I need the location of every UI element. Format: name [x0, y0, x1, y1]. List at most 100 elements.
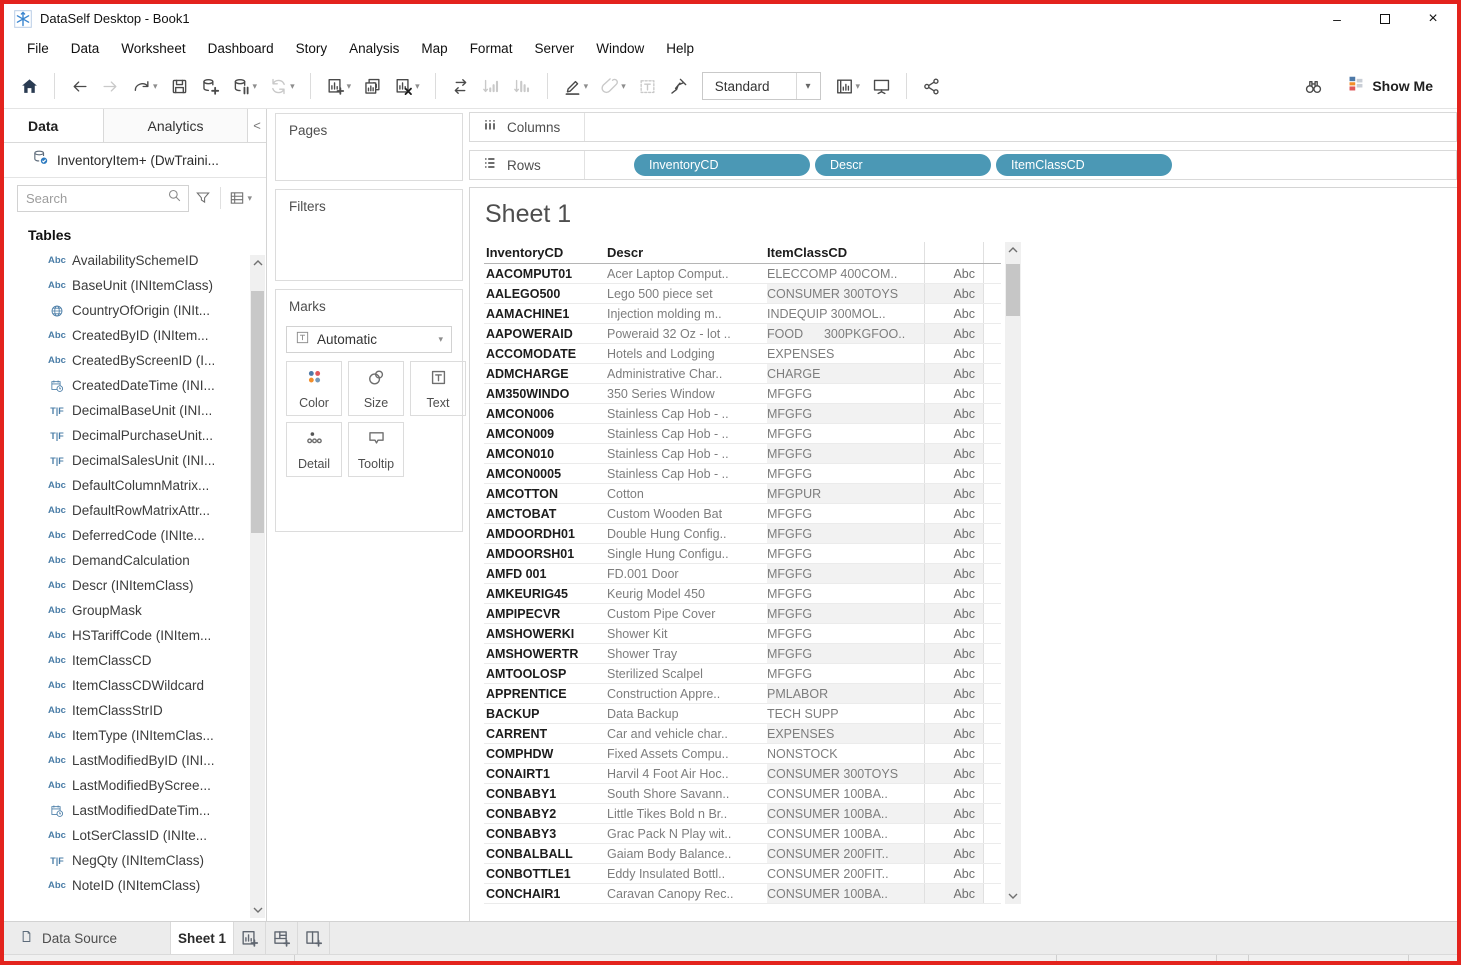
field-item[interactable]: AbcCreatedByScreenID (I... [4, 348, 266, 373]
redo-button[interactable] [95, 74, 126, 99]
menu-format[interactable]: Format [459, 41, 524, 56]
table-row[interactable]: APPRENTICEConstruction Appre..PMLABORAbc [484, 684, 1001, 704]
value-placeholder-cell[interactable]: Abc [924, 344, 984, 363]
descr-cell[interactable]: Harvil 4 Foot Air Hoc.. [607, 764, 767, 783]
column-header-descr[interactable]: Descr [607, 242, 767, 263]
column-header-itemclasscd[interactable]: ItemClassCD [767, 242, 924, 263]
duplicate-sheet-button[interactable] [357, 74, 388, 99]
scroll-up-icon[interactable] [1005, 242, 1021, 258]
value-placeholder-cell[interactable]: Abc [924, 644, 984, 663]
table-row[interactable]: ADMCHARGEAdministrative Char..CHARGEAbc [484, 364, 1001, 384]
clear-sheet-button[interactable]: ▾ [388, 74, 426, 99]
table-row[interactable]: AACOMPUT01Acer Laptop Comput..ELECCOMP 4… [484, 264, 1001, 284]
field-item[interactable]: AbcDeferredCode (INIte... [4, 523, 266, 548]
field-item[interactable]: AbcDefaultRowMatrixAttr... [4, 498, 266, 523]
inventorycd-cell[interactable]: ACCOMODATE [484, 344, 607, 363]
inventorycd-cell[interactable]: AMCOTTON [484, 484, 607, 503]
inventorycd-cell[interactable]: CONBOTTLE1 [484, 864, 607, 883]
column-header-inventorycd[interactable]: InventoryCD [484, 242, 607, 263]
inventorycd-cell[interactable]: CONAIRT1 [484, 764, 607, 783]
itemclasscd-cell[interactable]: INDEQUIP 300MOL.. [767, 304, 924, 323]
table-row[interactable]: AMTOOLOSPSterilized ScalpelMFGFGAbc [484, 664, 1001, 684]
table-row[interactable]: CONBABY3Grac Pack N Play wit..CONSUMER 1… [484, 824, 1001, 844]
field-item[interactable]: AbcLastModifiedByScree... [4, 773, 266, 798]
field-item[interactable]: AbcDescr (INItemClass) [4, 573, 266, 598]
show-me-button[interactable]: Show Me [1347, 74, 1433, 98]
menu-file[interactable]: File [16, 41, 60, 56]
pause-auto-updates-button[interactable]: ▾ [226, 74, 264, 99]
collapse-pane-icon[interactable]: < [248, 109, 266, 142]
sort-descending-button[interactable] [507, 74, 538, 99]
table-row[interactable]: CONBABY2Little Tikes Bold n Br..CONSUMER… [484, 804, 1001, 824]
home-button[interactable] [14, 74, 45, 99]
filter-fields-icon[interactable] [189, 190, 217, 206]
value-placeholder-cell[interactable]: Abc [924, 564, 984, 583]
itemclasscd-cell[interactable]: EXPENSES [767, 344, 924, 363]
table-row[interactable]: AMCOTTONCottonMFGPURAbc [484, 484, 1001, 504]
descr-cell[interactable]: Lego 500 piece set [607, 284, 767, 303]
menu-story[interactable]: Story [285, 41, 339, 56]
show-hide-cards-button[interactable]: ▾ [829, 74, 867, 99]
itemclasscd-cell[interactable]: CONSUMER 100BA.. [767, 804, 924, 823]
columns-shelf[interactable]: Columns [469, 112, 1457, 142]
scroll-down-icon[interactable] [1005, 888, 1021, 904]
descr-cell[interactable]: Gaiam Body Balance.. [607, 844, 767, 863]
pages-shelf[interactable]: Pages [275, 113, 463, 181]
descr-cell[interactable]: Fixed Assets Compu.. [607, 744, 767, 763]
descr-cell[interactable]: Stainless Cap Hob - .. [607, 424, 767, 443]
field-item[interactable]: T|FNegQty (INItemClass) [4, 848, 266, 873]
itemclasscd-cell[interactable]: MFGFG [767, 524, 924, 543]
itemclasscd-cell[interactable]: ELECCOMP 400COM.. [767, 264, 924, 283]
scrollbar-thumb[interactable] [1006, 264, 1020, 316]
value-placeholder-cell[interactable]: Abc [924, 744, 984, 763]
inventorycd-cell[interactable]: AMCON006 [484, 404, 607, 423]
descr-cell[interactable]: Acer Laptop Comput.. [607, 264, 767, 283]
inventorycd-cell[interactable]: AMCTOBAT [484, 504, 607, 523]
field-item[interactable]: AbcGroupMask [4, 598, 266, 623]
itemclasscd-cell[interactable]: MFGPUR [767, 484, 924, 503]
menu-dashboard[interactable]: Dashboard [197, 41, 285, 56]
inventorycd-cell[interactable]: CARRENT [484, 724, 607, 743]
descr-cell[interactable]: Hotels and Lodging [607, 344, 767, 363]
minimize-button[interactable]: – [1313, 4, 1361, 33]
value-placeholder-cell[interactable]: Abc [924, 824, 984, 843]
inventorycd-cell[interactable]: AMDOORSH01 [484, 544, 607, 563]
menu-worksheet[interactable]: Worksheet [110, 41, 196, 56]
field-item[interactable]: CreatedDateTime (INI... [4, 373, 266, 398]
size-mark-button[interactable]: Size [348, 361, 404, 416]
itemclasscd-cell[interactable]: NONSTOCK [767, 744, 924, 763]
descr-cell[interactable]: Stainless Cap Hob - .. [607, 444, 767, 463]
inventorycd-cell[interactable]: AALEGO500 [484, 284, 607, 303]
value-placeholder-cell[interactable]: Abc [924, 304, 984, 323]
table-row[interactable]: AMCON010Stainless Cap Hob - ..MFGFGAbc [484, 444, 1001, 464]
itemclasscd-cell[interactable]: MFGFG [767, 404, 924, 423]
descr-cell[interactable]: Data Backup [607, 704, 767, 723]
value-placeholder-cell[interactable]: Abc [924, 624, 984, 643]
inventorycd-cell[interactable]: CONBABY3 [484, 824, 607, 843]
itemclasscd-cell[interactable]: CONSUMER 100BA.. [767, 784, 924, 803]
value-placeholder-cell[interactable]: Abc [924, 504, 984, 523]
data-source-connection[interactable]: InventoryItem+ (DwTraini... [4, 143, 266, 178]
value-placeholder-cell[interactable]: Abc [924, 524, 984, 543]
highlight-button[interactable]: ▾ [557, 74, 595, 99]
table-row[interactable]: AMCTOBATCustom Wooden BatMFGFGAbc [484, 504, 1001, 524]
field-item[interactable]: AbcLastModifiedByID (INI... [4, 748, 266, 773]
shelf-pill-itemclasscd[interactable]: ItemClassCD [996, 154, 1172, 176]
shelf-pill-descr[interactable]: Descr [815, 154, 991, 176]
itemclasscd-cell[interactable]: CONSUMER 100BA.. [767, 884, 924, 903]
field-item[interactable]: AbcItemClassStrID [4, 698, 266, 723]
inventorycd-cell[interactable]: CONBABY1 [484, 784, 607, 803]
descr-cell[interactable]: Grac Pack N Play wit.. [607, 824, 767, 843]
tab-data[interactable]: Data [4, 109, 104, 142]
rows-shelf[interactable]: Rows InventoryCDDescrItemClassCD [469, 150, 1457, 180]
field-item[interactable]: LastModifiedDateTim... [4, 798, 266, 823]
inventorycd-cell[interactable]: AM350WINDO [484, 384, 607, 403]
inventorycd-cell[interactable]: AMCON010 [484, 444, 607, 463]
field-item[interactable]: AbcItemClassCDWildcard [4, 673, 266, 698]
field-item[interactable]: AbcBaseUnit (INItemClass) [4, 273, 266, 298]
save-button[interactable] [164, 74, 195, 99]
descr-cell[interactable]: Poweraid 32 Oz - lot .. [607, 324, 767, 343]
value-placeholder-cell[interactable]: Abc [924, 544, 984, 563]
table-row[interactable]: AMCON006Stainless Cap Hob - ..MFGFGAbc [484, 404, 1001, 424]
descr-cell[interactable]: Shower Kit [607, 624, 767, 643]
